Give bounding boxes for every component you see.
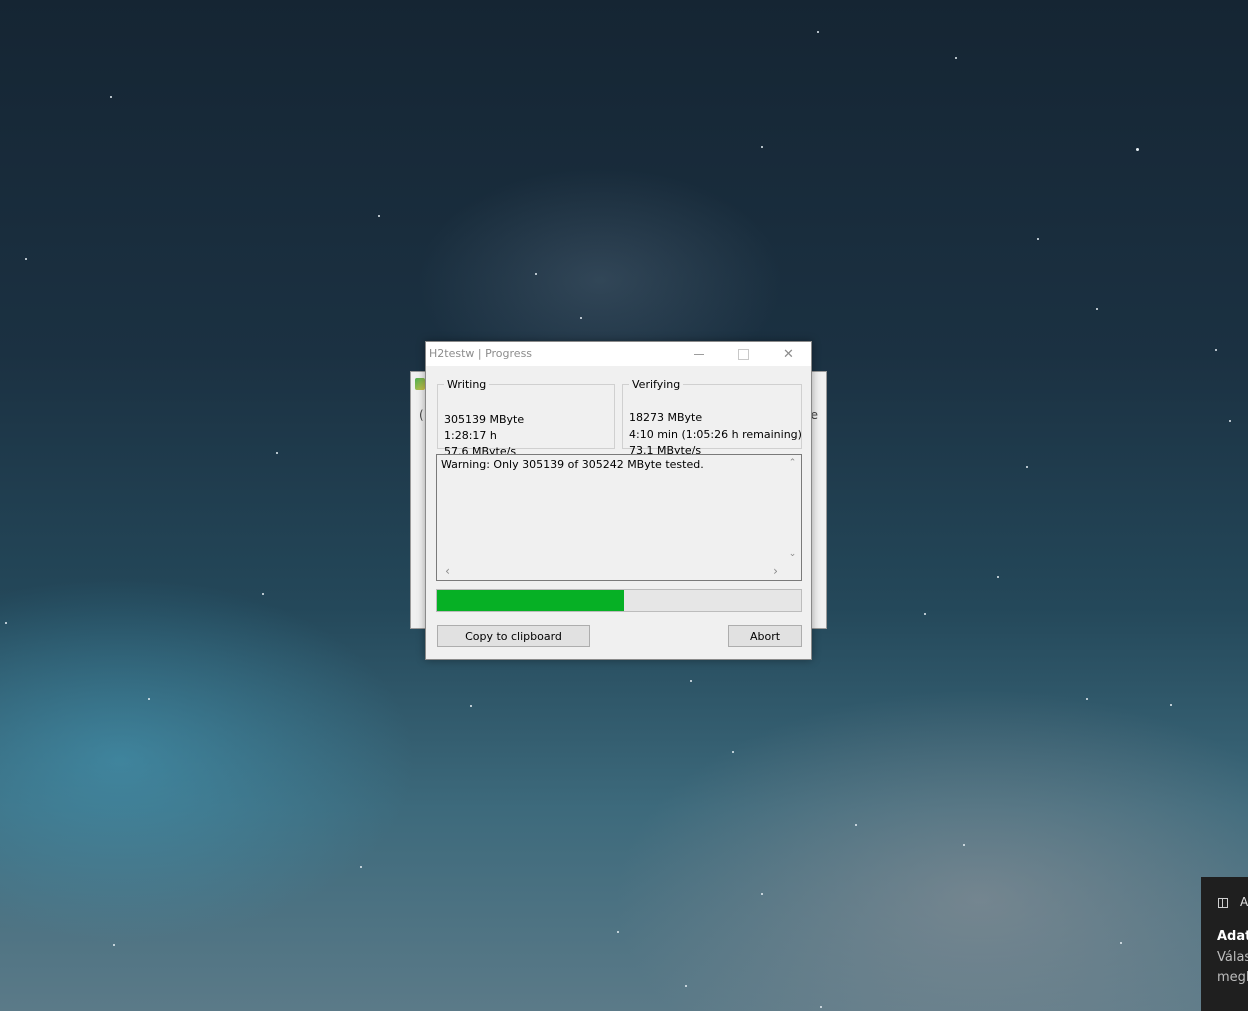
star xyxy=(110,96,112,98)
star xyxy=(470,705,472,707)
notification-title: Adat xyxy=(1217,929,1248,944)
star xyxy=(690,680,692,682)
writing-group: Writing 305139 MByte 1:28:17 h 57.6 MByt… xyxy=(437,378,615,458)
star xyxy=(1037,238,1039,240)
window-title: H2testw | Progress xyxy=(429,347,533,360)
close-icon: ✕ xyxy=(783,346,794,362)
star xyxy=(1229,420,1231,422)
desktop-wallpaper: ( e H2testw | Progress ✕ Writing 305139 … xyxy=(0,0,1248,1011)
star xyxy=(1086,698,1088,700)
star xyxy=(1026,466,1028,468)
star xyxy=(997,576,999,578)
verifying-time: 4:10 min (1:05:26 h remaining) xyxy=(629,428,802,441)
minimize-icon xyxy=(693,353,704,355)
star xyxy=(1120,942,1122,944)
progress-bar-fill xyxy=(437,590,625,611)
notification-body-line: Válas xyxy=(1217,950,1248,965)
scroll-left-icon[interactable]: ‹ xyxy=(439,563,456,580)
star xyxy=(820,1006,822,1008)
star xyxy=(113,944,115,946)
writing-label: Writing xyxy=(447,378,487,391)
app-icon xyxy=(415,378,425,390)
notification-app-icon xyxy=(1218,898,1228,908)
star xyxy=(580,317,582,319)
star xyxy=(924,613,926,615)
notification-app-name: A xyxy=(1240,895,1248,909)
star xyxy=(955,57,957,59)
writing-amount: 305139 MByte xyxy=(444,413,525,426)
log-textbox[interactable]: Warning: Only 305139 of 305242 MByte tes… xyxy=(436,454,802,581)
verifying-amount: 18273 MByte xyxy=(629,411,703,424)
star xyxy=(761,146,763,148)
progress-dialog: H2testw | Progress ✕ Writing 305139 MByt… xyxy=(425,341,812,660)
scroll-down-icon[interactable]: ⌄ xyxy=(784,546,801,563)
star xyxy=(535,273,537,275)
log-message: Warning: Only 305139 of 305242 MByte tes… xyxy=(441,458,704,471)
star xyxy=(1215,349,1217,351)
scroll-right-icon[interactable]: › xyxy=(767,563,784,580)
star xyxy=(262,593,264,595)
star xyxy=(817,31,819,33)
maximize-icon xyxy=(738,348,749,360)
star xyxy=(617,931,619,933)
verifying-group: Verifying 18273 MByte 4:10 min (1:05:26 … xyxy=(622,378,802,457)
star xyxy=(732,751,734,753)
star xyxy=(25,258,27,260)
scroll-up-icon[interactable]: ⌃ xyxy=(784,455,801,472)
horizontal-scrollbar[interactable]: ‹ › xyxy=(437,563,784,580)
notification-toast[interactable]: A Adat Válas megl xyxy=(1201,877,1248,1011)
star xyxy=(1136,148,1139,151)
title-bar[interactable]: H2testw | Progress ✕ xyxy=(426,342,811,366)
writing-time: 1:28:17 h xyxy=(444,429,497,442)
star xyxy=(1096,308,1098,310)
star xyxy=(963,844,965,846)
abort-button[interactable]: Abort xyxy=(728,625,802,647)
maximize-button xyxy=(721,342,766,366)
star xyxy=(378,215,380,217)
verifying-label: Verifying xyxy=(632,378,681,391)
copy-to-clipboard-button[interactable]: Copy to clipboard xyxy=(437,625,590,647)
scroll-corner xyxy=(784,563,801,580)
star xyxy=(855,824,857,826)
partial-label: ( xyxy=(419,408,424,422)
star xyxy=(5,622,7,624)
vertical-scrollbar[interactable]: ⌃ ⌄ xyxy=(784,455,801,563)
star xyxy=(148,698,150,700)
star xyxy=(276,452,278,454)
close-button[interactable]: ✕ xyxy=(766,342,811,366)
minimize-button[interactable] xyxy=(676,342,721,366)
notification-body-line: megl xyxy=(1217,970,1248,985)
star xyxy=(761,893,763,895)
star xyxy=(1170,704,1172,706)
star xyxy=(360,866,362,868)
progress-bar xyxy=(436,589,802,612)
star xyxy=(685,985,687,987)
